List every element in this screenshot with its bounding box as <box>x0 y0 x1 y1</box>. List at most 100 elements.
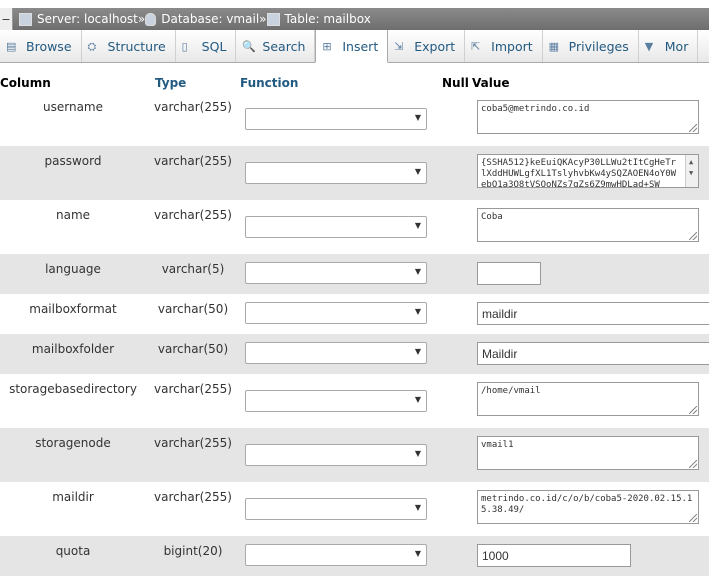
header-function[interactable]: Function <box>240 76 298 90</box>
header-column: Column <box>0 76 51 90</box>
function-select[interactable]: ▼ <box>245 108 427 130</box>
header-null: Null <box>442 76 469 90</box>
column-name: maildir <box>52 490 94 504</box>
tab-insert[interactable]: ⊞ Insert <box>315 30 389 63</box>
header-type[interactable]: Type <box>155 76 186 90</box>
function-select[interactable]: ▼ <box>245 498 427 520</box>
function-select[interactable]: ▼ <box>245 444 427 466</box>
crumb-server-label[interactable]: Server: localhost <box>37 12 138 26</box>
chevron-down-icon: ▼ <box>414 347 421 356</box>
resize-grip-icon[interactable] <box>689 232 697 240</box>
textarea-scrollbar[interactable]: ▲ ▼ <box>685 155 698 187</box>
tab-label: Export <box>414 38 456 54</box>
crumb-server[interactable]: Server: localhost <box>19 12 138 26</box>
function-select[interactable]: ▼ <box>245 342 427 364</box>
function-select[interactable]: ▼ <box>245 162 427 184</box>
tab-label: SQL <box>201 38 227 54</box>
column-type: varchar(50) <box>157 302 229 316</box>
tab-label: Browse <box>26 38 72 54</box>
table-row: storagebasedirectory varchar(255) ▼ /home/v… <box>0 374 709 428</box>
value-textarea[interactable]: /home/vmail <box>477 382 699 416</box>
table-row: quota bigint(20) ▼ 1000 <box>0 536 709 576</box>
column-name: username <box>43 100 103 114</box>
column-type: bigint(20) <box>163 544 223 558</box>
tab-mor[interactable]: ▼ Mor <box>639 30 699 62</box>
browse-icon: ▤ <box>6 39 17 53</box>
tab-import[interactable]: ⇱ Import <box>465 30 543 62</box>
crumb-table[interactable]: Table: mailbox <box>266 12 371 26</box>
tab-label: Insert <box>342 38 379 54</box>
value-textarea[interactable]: coba5@metrindo.co.id <box>477 100 699 134</box>
tab-export[interactable]: ⇲ Export <box>388 30 466 62</box>
column-name: password <box>44 154 102 168</box>
crumb-database-label[interactable]: Database: vmail <box>161 12 259 26</box>
resize-grip-icon[interactable] <box>689 460 697 468</box>
table-row: password varchar(255) ▼ {SSHA512}keEuiQKAcy… <box>0 146 709 200</box>
column-type: varchar(255) <box>154 100 232 114</box>
value-textarea[interactable]: {SSHA512}keEuiQKAcyP30LLWu2tItCgHeTrlXdd… <box>477 154 699 188</box>
tab-bar: ▤ Browse ⛭ Structure ▯ SQL 🔍 Search ⊞ Insert ⇲ Expo… <box>0 30 709 63</box>
value-input[interactable] <box>477 262 541 285</box>
value-text: Coba <box>481 212 503 222</box>
tab-label: Structure <box>107 38 166 54</box>
privileges-icon: ▦ <box>548 39 560 53</box>
value-text: /home/vmail <box>481 386 541 396</box>
tab-browse[interactable]: ▤ Browse <box>0 30 82 62</box>
tab-label: Import <box>491 38 533 54</box>
chevron-down-icon: ▼ <box>414 503 421 512</box>
column-name: storagebasedirectory <box>9 382 137 396</box>
column-type: varchar(255) <box>154 436 232 450</box>
tab-search[interactable]: 🔍 Search <box>236 30 316 62</box>
value-textarea[interactable]: vmail1 <box>477 436 699 470</box>
table-row: storagenode varchar(255) ▼ vmail1 <box>0 428 709 482</box>
tab-structure[interactable]: ⛭ Structure <box>82 30 176 62</box>
value-text: vmail1 <box>481 440 514 450</box>
tab-sql[interactable]: ▯ SQL <box>176 30 237 62</box>
value-textarea[interactable]: Coba <box>477 208 699 242</box>
insert-icon: ⊞ <box>322 39 332 53</box>
chevron-down-icon: ▼ <box>414 449 421 458</box>
function-select[interactable]: ▼ <box>245 216 427 238</box>
search-icon: 🔍 <box>242 39 257 53</box>
breadcrumb: − Server: localhost » Database: vmail » … <box>0 8 709 30</box>
collapse-toggle[interactable]: − <box>0 8 13 30</box>
value-input[interactable]: Maildir <box>477 342 709 365</box>
tab-label: Mor <box>664 38 689 54</box>
table-row: language varchar(5) ▼ <box>0 254 709 294</box>
crumb-table-label[interactable]: Table: mailbox <box>285 12 371 26</box>
chevron-down-icon: ▼ <box>414 395 421 404</box>
scroll-down-icon[interactable]: ▼ <box>689 168 693 179</box>
value-text: {SSHA512}keEuiQKAcyP30LLWu2tItCgHeTrlXdd… <box>481 158 677 188</box>
crumb-database[interactable]: Database: vmail <box>145 12 259 26</box>
scroll-up-icon[interactable]: ▲ <box>689 157 693 168</box>
function-select[interactable]: ▼ <box>245 390 427 412</box>
table-header: Column Type Function Null Value <box>0 74 709 93</box>
resize-grip-icon[interactable] <box>689 124 697 132</box>
sql-icon: ▯ <box>181 39 188 53</box>
resize-grip-icon[interactable] <box>689 514 697 522</box>
tab-label: Privileges <box>568 38 629 54</box>
chevron-down-icon: ▼ <box>414 267 421 276</box>
value-textarea[interactable]: metrindo.co.id/c/o/b/coba5-2020.02.15.15… <box>477 490 699 524</box>
value-text: metrindo.co.id/c/o/b/coba5-2020.02.15.15… <box>481 494 693 515</box>
function-select[interactable]: ▼ <box>245 302 427 324</box>
table-row: maildir varchar(255) ▼ metrindo.co.id/c/o/b… <box>0 482 709 536</box>
table-row: username varchar(255) ▼ coba5@metrindo.co.i… <box>0 92 709 146</box>
server-icon <box>19 12 32 26</box>
database-icon <box>145 12 157 26</box>
column-type: varchar(50) <box>157 342 229 356</box>
function-select[interactable]: ▼ <box>245 544 427 566</box>
function-select[interactable]: ▼ <box>245 262 427 284</box>
resize-grip-icon[interactable] <box>689 406 697 414</box>
tab-privileges[interactable]: ▦ Privileges <box>543 30 639 62</box>
chevron-down-icon: ▼ <box>414 549 421 558</box>
column-type: varchar(255) <box>154 154 232 168</box>
column-name: name <box>55 208 91 222</box>
chevron-down-icon: ▼ <box>414 221 421 230</box>
export-icon: ⇲ <box>394 39 404 53</box>
value-input[interactable]: 1000 <box>477 544 631 567</box>
structure-icon: ⛭ <box>87 39 97 53</box>
chevron-down-icon: ▼ <box>414 307 421 316</box>
value-input[interactable]: maildir <box>477 302 709 325</box>
value-text: coba5@metrindo.co.id <box>481 104 590 114</box>
